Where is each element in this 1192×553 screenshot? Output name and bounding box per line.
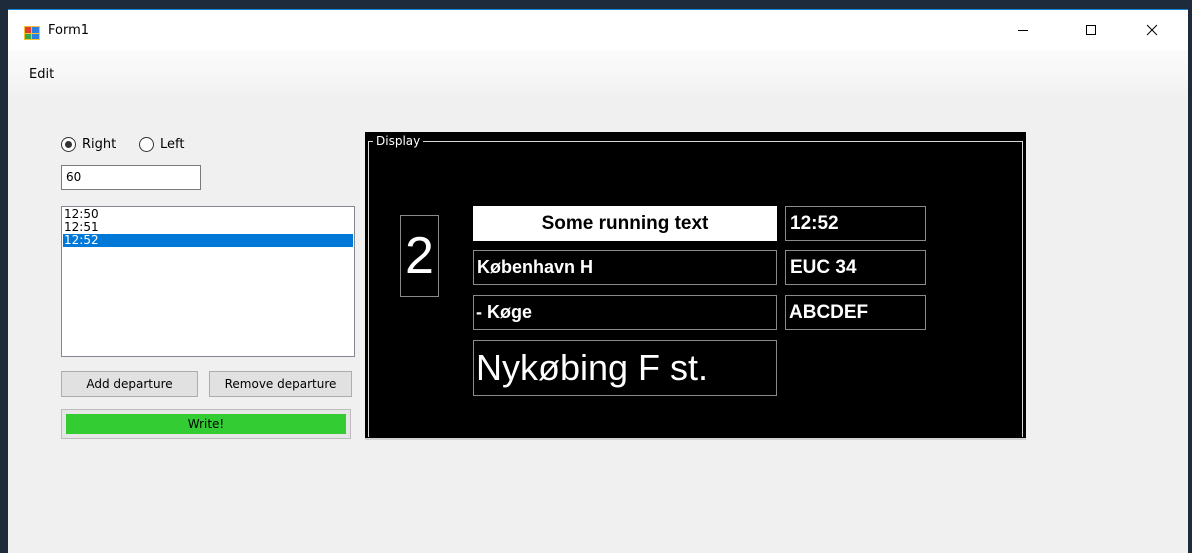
maximize-button[interactable] [1068, 10, 1114, 50]
app-icon [24, 25, 40, 41]
departures-listbox[interactable]: 12:50 12:51 12:52 [61, 206, 355, 357]
minimize-button[interactable] [1000, 10, 1046, 50]
train-number: EUC 34 [785, 250, 926, 285]
menu-edit[interactable]: Edit [25, 65, 58, 84]
track-number: 2 [400, 215, 439, 297]
running-text: Some running text [473, 206, 777, 241]
menu-bar: Edit [8, 50, 1188, 98]
list-item[interactable]: 12:50 [63, 208, 353, 221]
display-panel: Display 2 Some running text 12:52 Københ… [365, 132, 1026, 440]
close-button[interactable] [1129, 10, 1175, 50]
list-item-selected[interactable]: 12:52 [63, 234, 353, 247]
destination-station: Nykøbing F st. [473, 340, 777, 396]
origin-station: København H [473, 250, 777, 285]
radio-left-label: Left [160, 137, 185, 152]
title-bar[interactable]: Form1 [8, 10, 1188, 50]
code-field: ABCDEF [785, 295, 926, 330]
list-item[interactable]: 12:51 [63, 221, 353, 234]
number-input[interactable]: 60 [61, 165, 201, 190]
radio-right-dot[interactable] [61, 137, 76, 152]
write-button-label: Write! [66, 414, 346, 434]
via-station: - Køge [473, 295, 777, 330]
close-icon [1146, 24, 1158, 36]
add-departure-button[interactable]: Add departure [61, 371, 198, 397]
radio-left[interactable]: Left [139, 137, 184, 152]
departure-time: 12:52 [785, 206, 926, 241]
radio-right[interactable]: Right [61, 137, 116, 152]
app-window: Form1 Edit Right Left 60 12:50 12:51 12:… [8, 9, 1188, 553]
remove-departure-button[interactable]: Remove departure [209, 371, 352, 397]
radio-left-dot[interactable] [139, 137, 154, 152]
window-title: Form1 [48, 23, 90, 38]
radio-right-label: Right [82, 137, 117, 152]
maximize-icon [1086, 25, 1096, 35]
write-button[interactable]: Write! [61, 409, 351, 439]
display-legend: Display [373, 134, 424, 148]
minimize-icon [1018, 30, 1028, 31]
